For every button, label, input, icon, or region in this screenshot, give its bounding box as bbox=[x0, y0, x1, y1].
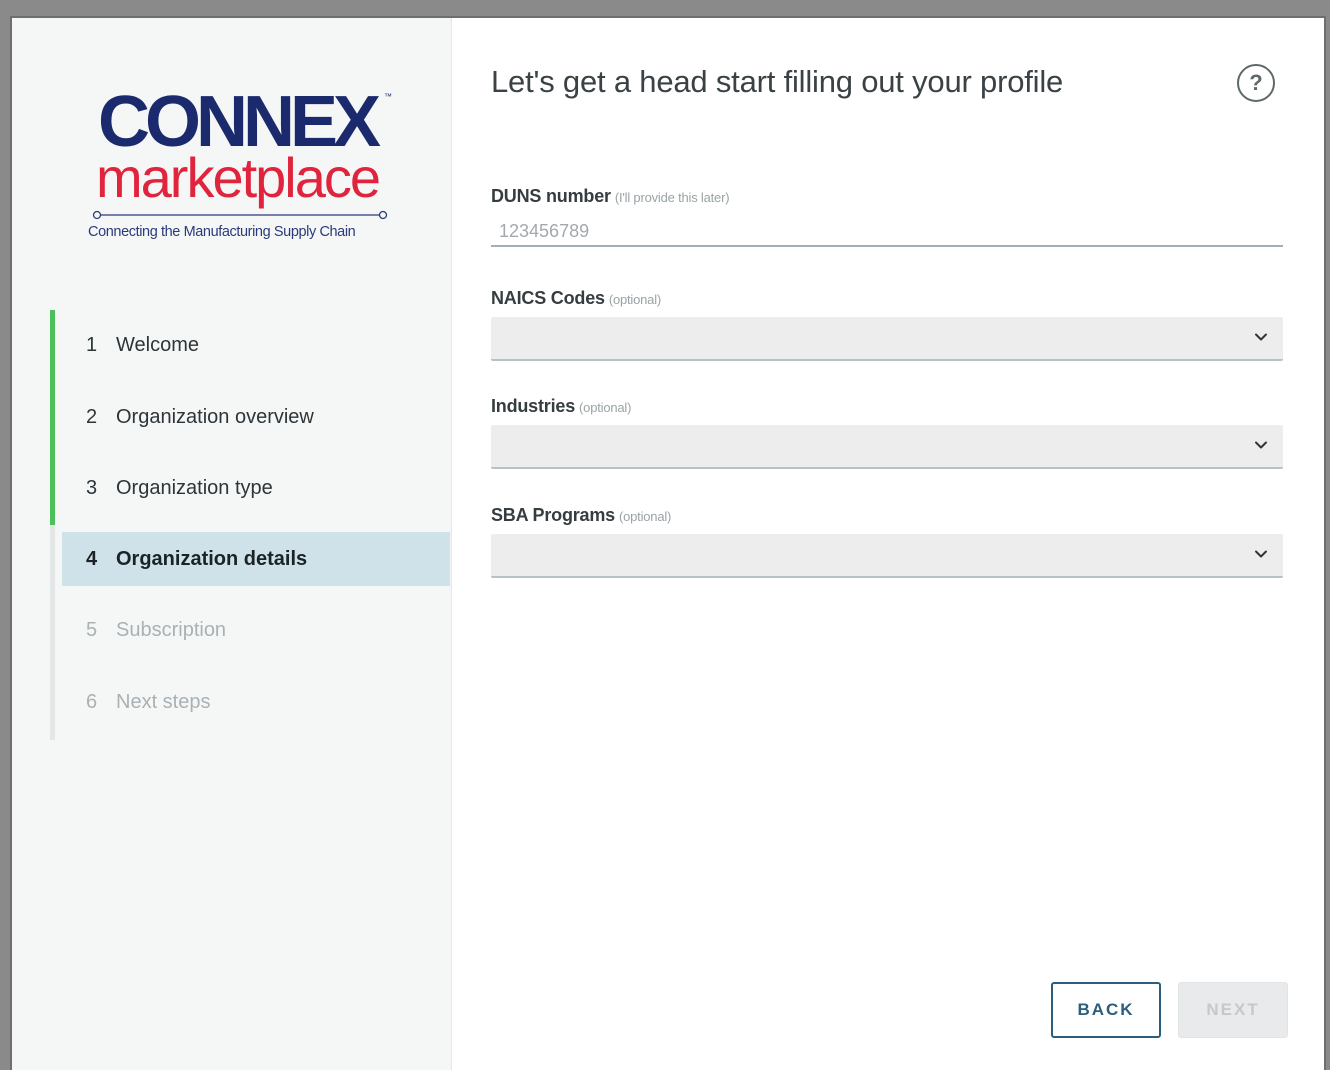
industries-select[interactable] bbox=[491, 425, 1283, 469]
onboarding-window: CONNEX ™ marketplace Connecting the Manu… bbox=[12, 18, 1324, 1070]
step-welcome[interactable]: 1 Welcome bbox=[62, 318, 450, 372]
sba-programs-field: SBA Programs (optional) bbox=[491, 505, 1283, 578]
connex-marketplace-logo: CONNEX ™ marketplace Connecting the Manu… bbox=[86, 86, 396, 246]
sidebar: CONNEX ™ marketplace Connecting the Manu… bbox=[12, 18, 452, 1070]
step-organization-details[interactable]: 4 Organization details bbox=[62, 532, 450, 586]
chevron-down-icon bbox=[1255, 441, 1267, 449]
logo-tagline: Connecting the Manufacturing Supply Chai… bbox=[88, 224, 356, 240]
step-label: Organization overview bbox=[116, 405, 314, 428]
steps-progress-bar bbox=[50, 310, 55, 525]
step-label: Next steps bbox=[116, 690, 211, 713]
logo-connector-line-icon bbox=[92, 210, 388, 220]
sba-programs-select[interactable] bbox=[491, 534, 1283, 578]
industries-hint: (optional) bbox=[579, 400, 632, 415]
step-subscription: 5 Subscription bbox=[62, 603, 450, 657]
naics-select[interactable] bbox=[491, 317, 1283, 361]
industries-label: Industries (optional) bbox=[491, 396, 631, 416]
duns-label-text: DUNS number bbox=[491, 186, 611, 206]
sba-programs-label-text: SBA Programs bbox=[491, 505, 615, 525]
naics-label: NAICS Codes (optional) bbox=[491, 288, 661, 308]
back-button[interactable]: BACK bbox=[1051, 982, 1161, 1038]
question-circle-icon[interactable]: ? bbox=[1237, 64, 1275, 102]
page-title: Let's get a head start filling out your … bbox=[491, 64, 1064, 99]
help-symbol: ? bbox=[1249, 70, 1263, 95]
duns-hint: (I'll provide this later) bbox=[614, 190, 730, 205]
step-label: Organization type bbox=[116, 476, 273, 499]
logo-product: marketplace bbox=[96, 146, 381, 209]
duns-field: DUNS number (I'll provide this later) bbox=[491, 186, 1283, 247]
duns-input[interactable] bbox=[491, 217, 1283, 247]
step-organization-type[interactable]: 3 Organization type bbox=[62, 461, 450, 515]
naics-label-text: NAICS Codes bbox=[491, 288, 605, 308]
logo-trademark: ™ bbox=[384, 92, 392, 101]
step-number: 3 bbox=[86, 476, 98, 499]
step-number: 4 bbox=[86, 547, 98, 570]
step-label: Subscription bbox=[116, 618, 227, 641]
chevron-down-icon bbox=[1255, 333, 1267, 341]
industries-label-text: Industries bbox=[491, 396, 576, 416]
chevron-down-icon bbox=[1255, 550, 1267, 558]
step-organization-overview[interactable]: 2 Organization overview bbox=[62, 390, 450, 444]
duns-label: DUNS number (I'll provide this later) bbox=[491, 186, 730, 206]
step-next-steps: 6 Next steps bbox=[62, 675, 450, 729]
naics-field: NAICS Codes (optional) bbox=[491, 288, 1283, 361]
sba-programs-hint: (optional) bbox=[618, 509, 672, 524]
window-frame: CONNEX ™ marketplace Connecting the Manu… bbox=[0, 0, 1330, 1070]
step-number: 6 bbox=[86, 690, 98, 713]
step-label: Welcome bbox=[116, 333, 199, 356]
main-panel: Let's get a head start filling out your … bbox=[453, 18, 1324, 1070]
next-button[interactable]: NEXT bbox=[1178, 982, 1288, 1038]
step-number: 1 bbox=[86, 333, 98, 356]
step-number: 5 bbox=[86, 618, 98, 641]
step-label: Organization details bbox=[116, 547, 308, 570]
step-number: 2 bbox=[86, 405, 98, 428]
sba-programs-label: SBA Programs (optional) bbox=[491, 505, 671, 525]
industries-field: Industries (optional) bbox=[491, 396, 1283, 469]
naics-hint: (optional) bbox=[608, 292, 662, 307]
